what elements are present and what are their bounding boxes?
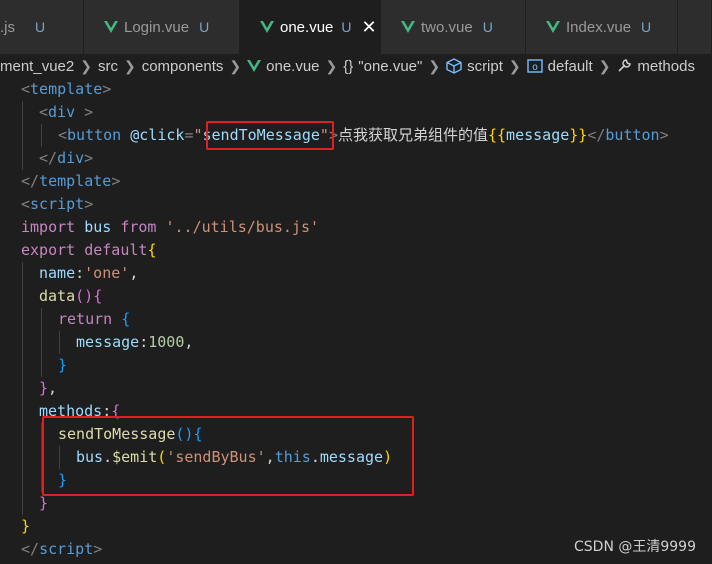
chevron-right-icon: ❯ (80, 57, 92, 74)
chevron-right-icon: ❯ (508, 57, 521, 74)
object-icon: o (526, 59, 543, 73)
tab-label: one.vue (280, 18, 334, 36)
code-line: message:1000, (76, 333, 194, 351)
vue-icon (546, 21, 560, 33)
breadcrumb-item[interactable]: one.vue (247, 58, 320, 75)
chevron-right-icon: ❯ (428, 57, 441, 74)
breadcrumb: ment_vue2 ❯ src ❯ components ❯ one.vue ❯… (0, 54, 712, 78)
code-line: return { (58, 310, 131, 328)
breadcrumb-item[interactable]: ment_vue2 (0, 58, 74, 75)
wrench-icon (618, 59, 632, 72)
vue-icon (401, 21, 415, 33)
vue-icon (104, 21, 118, 33)
tab-status: U (482, 19, 493, 35)
tab-label: Index.vue (566, 18, 632, 36)
chevron-right-icon: ❯ (598, 57, 611, 74)
tab-status: U (341, 19, 352, 35)
editor-tab-bar: .js U Login.vue U one.vue U ✕ two.vue U … (0, 0, 712, 54)
tab-status: U (199, 19, 210, 35)
tab-status: U (641, 19, 652, 35)
vue-icon (247, 60, 262, 72)
code-line: <div > (39, 103, 94, 121)
highlight-box-click-handler (206, 121, 334, 150)
chevron-right-icon: ❯ (229, 57, 242, 74)
tab-js[interactable]: .js U (0, 0, 84, 54)
code-line: </template> (21, 172, 121, 190)
tab-label: two.vue (421, 18, 473, 36)
breadcrumb-item[interactable]: src (98, 58, 118, 75)
indent-guide (59, 331, 60, 354)
watermark: CSDN @王清9999 (574, 539, 696, 555)
braces-icon: {} (343, 57, 354, 75)
code-line: name:'one', (39, 264, 139, 282)
chevron-right-icon: ❯ (325, 57, 338, 74)
code-line: }, (39, 379, 58, 397)
tab-overflow (678, 0, 712, 54)
code-line: import bus from '../utils/bus.js' (21, 218, 320, 236)
tab-label: .js (0, 18, 15, 36)
code-line: <script> (21, 195, 94, 213)
tab-index-vue[interactable]: Index.vue U (526, 0, 678, 54)
code-line: } (21, 517, 31, 535)
code-line: data(){ (39, 287, 103, 305)
code-line: <template> (21, 80, 112, 98)
code-line: <button @click="sendToMessage">点我获取兄弟组件的… (58, 126, 669, 144)
chevron-right-icon: ❯ (123, 57, 136, 74)
indent-guide (41, 124, 42, 147)
indent-guide (22, 262, 23, 515)
code-line: </div> (39, 149, 94, 167)
breadcrumb-item[interactable]: o default (526, 58, 593, 75)
vue-icon (260, 21, 274, 33)
cube-icon (446, 58, 462, 74)
code-editor[interactable]: <template> <div > <button @click="sendTo… (0, 78, 712, 564)
code-line: } (58, 356, 68, 374)
tab-label: Login.vue (124, 18, 190, 36)
code-line: export default{ (21, 241, 157, 259)
indent-guide (22, 101, 23, 170)
close-icon[interactable]: ✕ (362, 17, 377, 38)
breadcrumb-item[interactable]: methods (616, 58, 695, 75)
breadcrumb-item[interactable]: {} "one.vue" (343, 58, 422, 75)
breadcrumb-item[interactable]: components (142, 58, 224, 75)
highlight-box-method (42, 416, 414, 496)
code-line: </script> (21, 540, 103, 558)
tab-two-vue[interactable]: two.vue U (381, 0, 526, 54)
indent-guide (41, 308, 42, 377)
tab-login-vue[interactable]: Login.vue U (84, 0, 240, 54)
svg-text:o: o (532, 62, 538, 73)
breadcrumb-item[interactable]: script (446, 58, 503, 75)
tab-status: U (35, 19, 46, 35)
tab-one-vue[interactable]: one.vue U ✕ (240, 0, 381, 54)
